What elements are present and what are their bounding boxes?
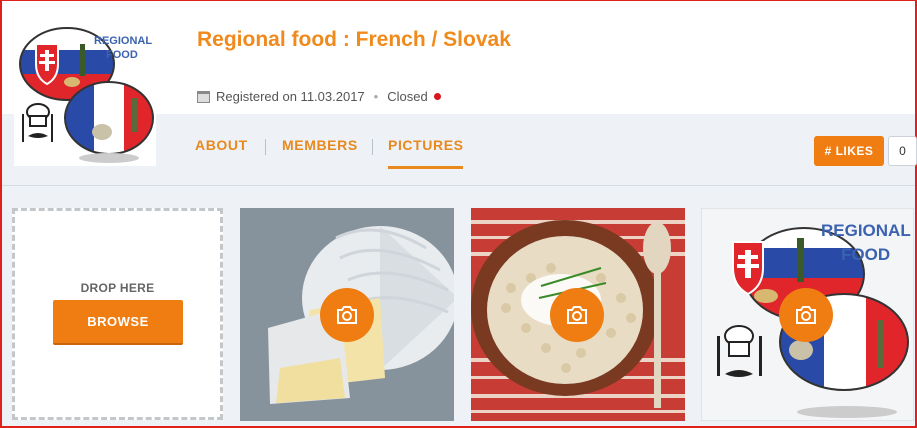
tab-divider bbox=[265, 139, 266, 155]
picture-card[interactable] bbox=[471, 208, 685, 421]
meta-separator: • bbox=[373, 89, 379, 104]
browse-button[interactable]: BROWSE bbox=[53, 300, 183, 345]
calendar-icon bbox=[197, 90, 210, 103]
tab-members[interactable]: MEMBERS bbox=[282, 137, 358, 153]
logo-text-food: FOOD bbox=[106, 49, 138, 61]
likes-count: 0 bbox=[888, 136, 917, 166]
registered-date: Registered on 11.03.2017 bbox=[216, 89, 365, 104]
tab-about[interactable]: ABOUT bbox=[195, 137, 248, 153]
group-title: Regional food : French / Slovak bbox=[197, 28, 511, 51]
group-logo: REGIONAL FOOD bbox=[14, 22, 156, 166]
camera-icon[interactable] bbox=[550, 288, 604, 342]
upload-dropzone[interactable]: DROP HERE BROWSE bbox=[12, 208, 223, 420]
logo-text-regional: REGIONAL bbox=[821, 221, 911, 240]
camera-icon[interactable] bbox=[320, 288, 374, 342]
tab-divider bbox=[372, 139, 373, 155]
picture-card[interactable]: REGIONAL FOOD bbox=[701, 208, 914, 421]
regional-food-logo-image: REGIONAL FOOD bbox=[19, 27, 154, 163]
group-meta: Registered on 11.03.2017 • Closed bbox=[197, 89, 441, 104]
status-text: Closed bbox=[387, 89, 428, 104]
likes-button[interactable]: # LIKES bbox=[814, 136, 884, 166]
camera-icon[interactable] bbox=[779, 288, 833, 342]
drop-here-label: DROP HERE bbox=[80, 281, 155, 295]
status-dot-icon bbox=[433, 93, 441, 100]
picture-card[interactable] bbox=[240, 208, 454, 421]
logo-text-regional: REGIONAL bbox=[94, 35, 152, 47]
tab-pictures[interactable]: PICTURES bbox=[388, 137, 464, 153]
logo-text-food: FOOD bbox=[841, 245, 890, 264]
active-tab-indicator bbox=[388, 166, 463, 169]
